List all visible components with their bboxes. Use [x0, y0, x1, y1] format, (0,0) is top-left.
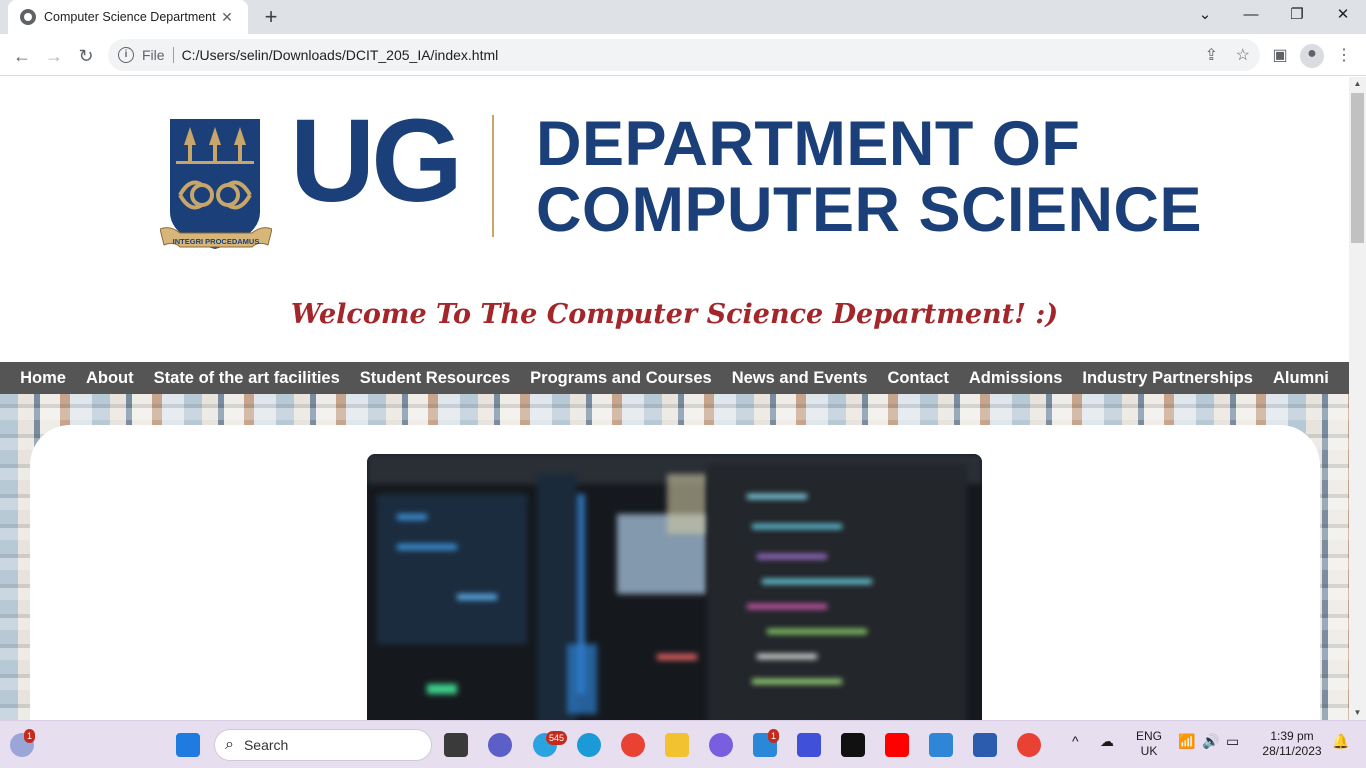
windows-taskbar: 1 ⌕ Search 545 1 ^ ☁ ENG UK 📶 🔊 ▭ 1:39 p…: [0, 720, 1366, 768]
tab-search-icon[interactable]: ⌄: [1182, 0, 1228, 30]
vscode-icon[interactable]: [929, 733, 953, 757]
logo-divider: [492, 115, 494, 237]
youtube-icon[interactable]: [885, 733, 909, 757]
region-code: UK: [1140, 744, 1158, 758]
file-scheme-label: File: [142, 47, 165, 63]
mail-badge: 1: [768, 729, 780, 743]
file-explorer-icon[interactable]: [665, 733, 689, 757]
ug-crest-logo: INTEGRI PROCEDAMUS: [160, 119, 272, 249]
address-bar[interactable]: i File C:/Users/selin/Downloads/DCIT_205…: [108, 39, 1260, 71]
language-code: ENG: [1136, 729, 1163, 743]
forward-arrow-icon[interactable]: →: [40, 42, 68, 70]
volume-icon[interactable]: 🔊: [1202, 734, 1219, 749]
ug-wordmark: UG: [290, 95, 463, 227]
notification-icon[interactable]: 🔔: [1332, 734, 1349, 749]
back-arrow-icon[interactable]: ←: [8, 42, 36, 70]
nav-facilities[interactable]: State of the art facilities: [144, 369, 350, 388]
scroll-up-arrow-icon[interactable]: ▲: [1349, 77, 1366, 91]
department-title-line1: DEPARTMENT OF: [536, 109, 1081, 179]
nav-admissions[interactable]: Admissions: [959, 369, 1073, 388]
nav-contact[interactable]: Contact: [877, 369, 958, 388]
new-tab-button[interactable]: +: [258, 4, 284, 30]
department-title: DEPARTMENT OF COMPUTER SCIENCE: [536, 111, 1202, 243]
scrollbar-thumb[interactable]: [1351, 93, 1364, 243]
nav-home[interactable]: Home: [10, 369, 76, 388]
nav-about[interactable]: About: [76, 369, 144, 388]
start-icon[interactable]: [176, 733, 200, 757]
globe-icon: [20, 9, 36, 25]
clock-date: 28/11/2023: [1262, 744, 1322, 758]
hero-image: [367, 454, 982, 720]
share-icon[interactable]: ⇪: [1205, 45, 1218, 65]
bookmark-star-icon[interactable]: ☆: [1236, 45, 1250, 65]
close-window-button[interactable]: ✕: [1320, 0, 1366, 30]
search-icon: ⌕: [225, 736, 234, 753]
battery-icon[interactable]: ▭: [1226, 734, 1239, 749]
show-hidden-icons-icon[interactable]: ^: [1072, 734, 1079, 749]
crest-motto: INTEGRI PROCEDAMUS: [173, 237, 260, 246]
word-icon[interactable]: [973, 733, 997, 757]
tab-strip: Computer Science Department ✕ + ⌄ — ❐ ✕: [0, 0, 1366, 34]
url-text[interactable]: C:/Users/selin/Downloads/DCIT_205_IA/ind…: [182, 47, 499, 63]
task-view-icon[interactable]: [444, 733, 468, 757]
nav-student-resources[interactable]: Student Resources: [350, 369, 520, 388]
copilot-icon[interactable]: [709, 733, 733, 757]
taskbar-search[interactable]: ⌕ Search: [214, 729, 432, 761]
nav-programs-courses[interactable]: Programs and Courses: [520, 369, 722, 388]
search-label: Search: [243, 737, 289, 753]
nav-news-events[interactable]: News and Events: [722, 369, 878, 388]
browser-toolbar: ← → ↻ i File C:/Users/selin/Downloads/DC…: [0, 34, 1366, 76]
edge-icon[interactable]: [577, 733, 601, 757]
chrome-icon[interactable]: [621, 733, 645, 757]
teams-chat-icon[interactable]: [488, 733, 512, 757]
widgets-badge: 1: [24, 729, 36, 743]
onedrive-icon[interactable]: ☁: [1100, 734, 1114, 749]
browser-tab[interactable]: Computer Science Department ✕: [8, 0, 248, 34]
visual-studio-icon[interactable]: [797, 733, 821, 757]
menu-dots-icon[interactable]: ⋮: [1334, 46, 1354, 66]
chrome-active-icon[interactable]: [1017, 733, 1041, 757]
main-nav: Home About State of the art facilities S…: [0, 362, 1349, 394]
nav-alumni[interactable]: Alumni: [1263, 369, 1339, 388]
info-icon[interactable]: i: [118, 47, 134, 63]
page-scrollbar[interactable]: ▲ ▼: [1349, 77, 1366, 720]
netflix-icon[interactable]: [841, 733, 865, 757]
omnibox-divider: [172, 47, 174, 63]
minimize-button[interactable]: —: [1228, 0, 1274, 30]
tab-title: Computer Science Department: [44, 10, 216, 24]
profile-avatar-icon[interactable]: ●: [1300, 44, 1324, 68]
clock-time: 1:39 pm: [1270, 729, 1314, 743]
reload-icon[interactable]: ↻: [72, 42, 100, 70]
tab-close-button[interactable]: ✕: [218, 9, 236, 26]
side-panel-icon[interactable]: ▣: [1270, 46, 1290, 66]
scroll-down-arrow-icon[interactable]: ▼: [1349, 706, 1366, 720]
nav-industry-partnerships[interactable]: Industry Partnerships: [1072, 369, 1263, 388]
language-indicator[interactable]: ENG UK: [1136, 729, 1162, 759]
page-viewport: INTEGRI PROCEDAMUS UG DEPARTMENT OF COMP…: [0, 77, 1349, 720]
welcome-heading: Welcome To The Computer Science Departme…: [290, 299, 1059, 330]
restore-button[interactable]: ❐: [1274, 0, 1320, 30]
clock[interactable]: 1:39 pm 28/11/2023: [1258, 729, 1326, 759]
department-title-line2: COMPUTER SCIENCE: [536, 175, 1203, 245]
telegram-badge: 545: [546, 731, 568, 745]
wifi-icon[interactable]: 📶: [1178, 734, 1195, 749]
